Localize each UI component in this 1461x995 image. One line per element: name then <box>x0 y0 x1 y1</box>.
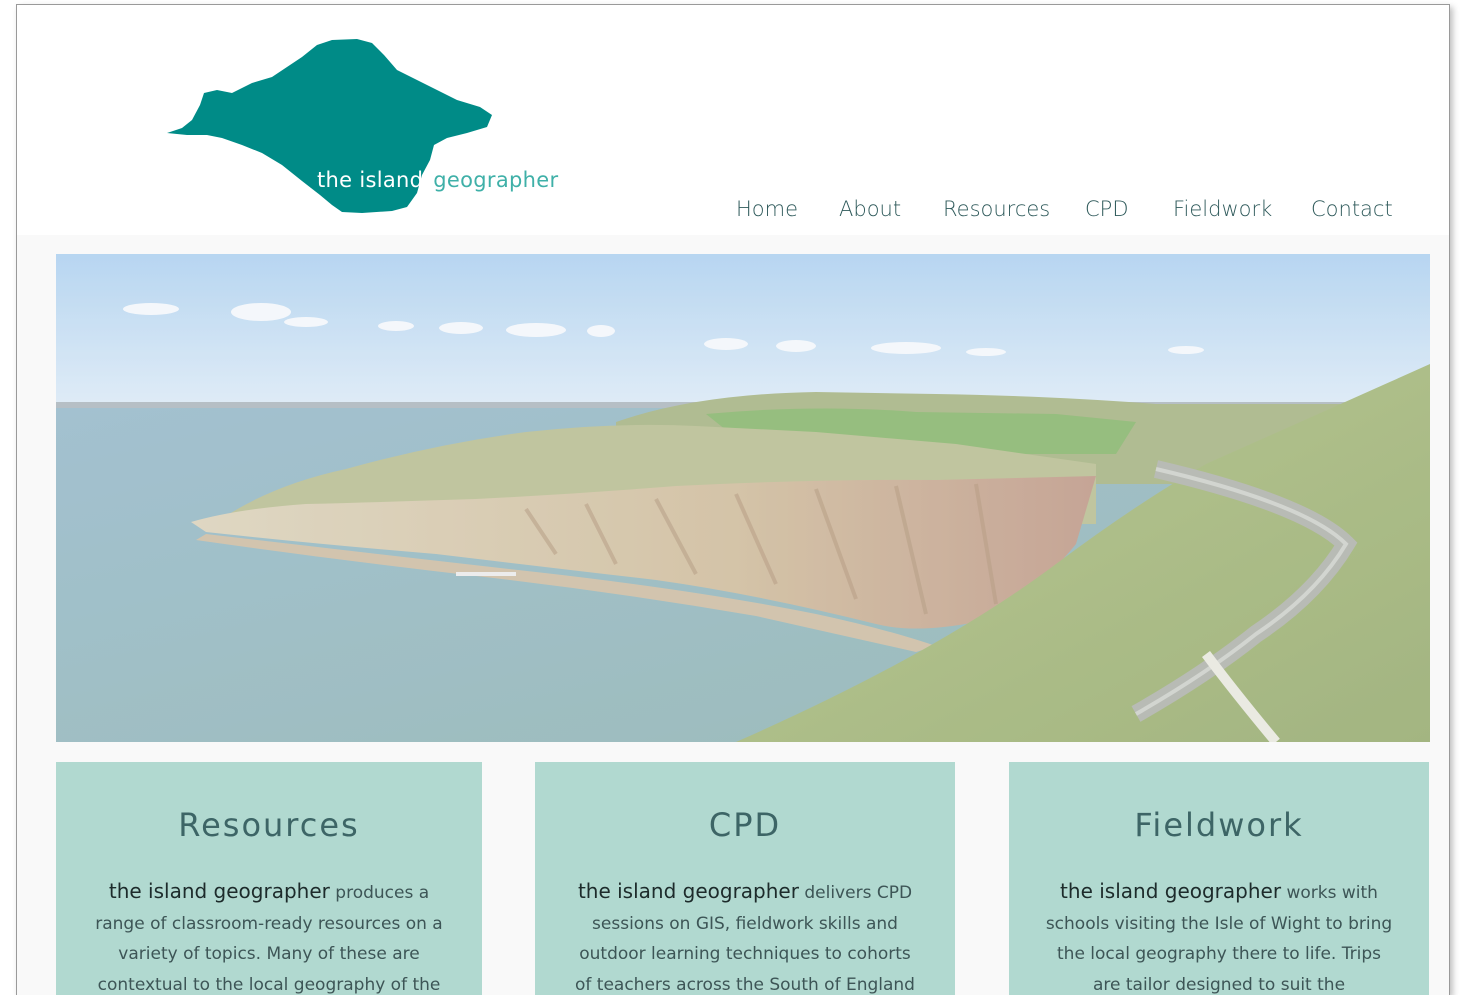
coastal-cliffs-photo-icon <box>56 254 1430 742</box>
card-brand: the island geographer <box>577 879 799 903</box>
card-title: CPD <box>708 806 782 844</box>
nav-cpd[interactable]: CPD <box>1085 197 1129 221</box>
card-body: the island geographer works with schools… <box>1045 876 1393 995</box>
card-body: the island geographer produces a range o… <box>92 876 446 995</box>
hero-image <box>56 254 1430 742</box>
nav-fieldwork[interactable]: Fieldwork <box>1173 197 1272 221</box>
nav-contact[interactable]: Contact <box>1311 197 1393 221</box>
site-header: the island geographer Home About Resource… <box>17 5 1449 235</box>
card-cpd[interactable]: CPD the island geographer delivers CPD s… <box>535 762 955 995</box>
card-resources[interactable]: Resources the island geographer produces… <box>56 762 482 995</box>
card-fieldwork[interactable]: Fieldwork the island geographer works wi… <box>1009 762 1429 995</box>
logo-wordmark: the island geographer <box>317 168 558 192</box>
logo-word-island: the island <box>317 168 424 192</box>
logo-word-geographer: geographer <box>433 168 559 192</box>
nav-about[interactable]: About <box>839 197 901 221</box>
card-brand: the island geographer <box>1060 879 1282 903</box>
card-body: the island geographer delivers CPD sessi… <box>571 876 919 995</box>
card-brand: the island geographer <box>108 879 330 903</box>
card-title: Resources <box>178 806 360 844</box>
nav-home[interactable]: Home <box>736 197 798 221</box>
nav-resources[interactable]: Resources <box>943 197 1050 221</box>
card-title: Fieldwork <box>1134 806 1304 844</box>
browser-viewport: the island geographer Home About Resource… <box>16 4 1450 995</box>
site-logo[interactable]: the island geographer <box>162 35 562 215</box>
